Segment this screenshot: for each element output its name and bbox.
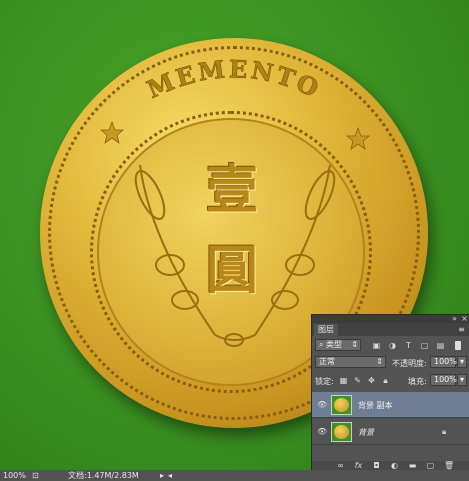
- opacity-dropdown-icon[interactable]: ▾: [457, 356, 467, 368]
- layer-thumbnail: [331, 422, 352, 442]
- layer-name: 背景: [358, 428, 374, 437]
- filter-smart-object-icon[interactable]: ▤: [436, 341, 445, 350]
- panel-menu-icon[interactable]: ≡: [457, 325, 466, 334]
- lock-position-icon[interactable]: ✥: [367, 376, 376, 385]
- visibility-eye-icon[interactable]: 👁︎: [317, 427, 327, 436]
- filter-kind-label: 类型: [326, 340, 343, 349]
- opacity-label: 不透明度:: [392, 359, 427, 368]
- status-bar: 100% ⊡ 文档:1.47M/2.83M ▸ ◂: [0, 470, 469, 481]
- lock-all-icon[interactable]: 🔒︎: [381, 376, 390, 385]
- filter-toggle-icon[interactable]: [455, 341, 461, 350]
- coin-character-bottom: 圓: [205, 240, 258, 301]
- adjustment-icon[interactable]: ◐: [390, 461, 399, 470]
- blend-row: 正常 ⇕ 不透明度: 100% ▾: [312, 355, 469, 369]
- zoom-level[interactable]: 100%: [3, 470, 26, 481]
- lock-row: 锁定: ▦ ✎ ✥ 🔒︎ 填充: 100% ▾: [312, 373, 469, 387]
- lock-transparent-icon[interactable]: ▦: [339, 376, 348, 385]
- filter-adjustment-icon[interactable]: ◑: [388, 341, 397, 350]
- chevron-updown-icon: ⇕: [376, 357, 383, 366]
- panel-tabbar: 图层 ≡: [312, 323, 469, 336]
- folder-icon[interactable]: ▬: [408, 461, 417, 470]
- chevron-updown-icon: ⇕: [351, 340, 358, 349]
- filter-type-icon[interactable]: T: [404, 341, 413, 350]
- close-icon[interactable]: ×: [460, 314, 469, 323]
- trash-icon[interactable]: 🗑︎: [444, 461, 454, 470]
- tab-layers[interactable]: 图层: [314, 324, 338, 336]
- coin-star-left: [99, 120, 125, 144]
- layer-name: 背景 副本: [358, 401, 393, 410]
- layer-row-background[interactable]: 👁︎ 背景 🔒︎: [312, 419, 469, 445]
- filter-shape-icon[interactable]: ▢: [420, 341, 429, 350]
- layer-lock-icon: 🔒︎: [442, 427, 447, 436]
- filter-row: ⌕ 类型 ⇕ ▣ ◑ T ▢ ▤: [312, 338, 469, 352]
- share-icon[interactable]: ⊡: [32, 470, 39, 481]
- fill-input[interactable]: 100%: [430, 374, 457, 386]
- blend-mode-value: 正常: [319, 357, 335, 366]
- opacity-input[interactable]: 100%: [430, 356, 457, 368]
- lock-label: 锁定:: [315, 377, 334, 386]
- filter-pixel-icon[interactable]: ▣: [372, 341, 381, 350]
- document-size: 文档:1.47M/2.83M: [68, 471, 139, 480]
- new-layer-icon[interactable]: ▢: [426, 461, 435, 470]
- fill-dropdown-icon[interactable]: ▾: [457, 374, 467, 386]
- filter-kind-select[interactable]: ⌕ 类型 ⇕: [315, 339, 361, 351]
- collapse-icon[interactable]: »: [450, 314, 459, 323]
- blend-mode-select[interactable]: 正常 ⇕: [315, 356, 386, 368]
- mask-icon[interactable]: ◘: [372, 461, 381, 470]
- layer-thumbnail: [331, 395, 352, 415]
- layers-panel: » × 图层 ≡ ⌕ 类型 ⇕ ▣ ◑ T ▢ ▤ 正常 ⇕ 不透明度: 100…: [311, 314, 469, 471]
- fill-label: 填充:: [408, 377, 427, 386]
- fx-icon[interactable]: fx: [354, 461, 363, 470]
- coin-legend-textpath: MEMENTO: [142, 54, 323, 105]
- coin-character-top: 壹: [205, 160, 258, 221]
- layer-row-background-copy[interactable]: 👁︎ 背景 副本: [312, 392, 469, 418]
- coin-legend-text: MEMENTO: [142, 54, 325, 104]
- scroll-left-icon[interactable]: ◂: [168, 470, 172, 481]
- coin-star-right: [345, 126, 371, 150]
- visibility-eye-icon[interactable]: 👁︎: [317, 400, 327, 409]
- search-icon: ⌕: [319, 340, 324, 349]
- link-icon[interactable]: ∞: [336, 461, 345, 470]
- status-menu-arrow-icon[interactable]: ▸: [160, 470, 164, 481]
- lock-image-icon[interactable]: ✎: [353, 376, 362, 385]
- panel-header-strip: » ×: [312, 314, 469, 323]
